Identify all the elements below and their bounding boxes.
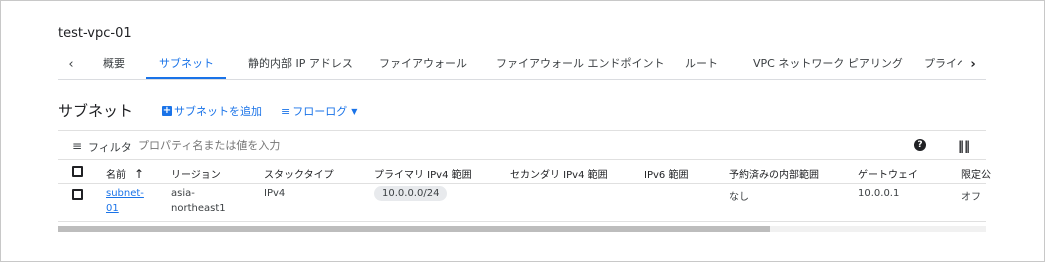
header-gateway[interactable]: ゲートウェイ	[858, 166, 918, 181]
add-subnet-label: サブネットを追加	[174, 105, 262, 118]
filter-icon: ≡	[72, 139, 83, 153]
header-ipv6[interactable]: IPv6 範囲	[644, 166, 688, 181]
subnet-name-link[interactable]: subnet- 01	[106, 188, 144, 214]
page-title: test-vpc-01	[58, 26, 132, 41]
subnet-gateway: 10.0.0.1	[858, 188, 900, 199]
section-title: サブネット	[58, 102, 134, 120]
header-region[interactable]: リージョン	[171, 166, 221, 181]
add-subnet-button[interactable]: + サブネットを追加	[162, 103, 262, 119]
sort-ascending-icon[interactable]: ↑	[134, 167, 144, 181]
subnet-stack-type: IPv4	[264, 188, 286, 199]
chevron-right-icon[interactable]: ›	[962, 50, 984, 79]
add-box-icon: +	[162, 105, 172, 116]
tab-firewall[interactable]: ファイアウォール	[379, 50, 467, 79]
primary-ipv4-chip: 10.0.0.0/24	[374, 186, 448, 201]
row-checkbox[interactable]	[72, 189, 83, 200]
list-icon: ≡	[281, 104, 291, 118]
subnet-reserved-internal: なし	[729, 192, 749, 203]
header-stack-type[interactable]: スタックタイプ	[264, 166, 334, 181]
flow-log-label: フローログ	[292, 105, 348, 118]
filter-label: フィルタ	[88, 141, 132, 154]
subnet-region: asia- northeast1	[171, 188, 226, 214]
tab-vpc-peering[interactable]: VPC ネットワーク ピアリング	[753, 50, 903, 79]
chevron-left-icon[interactable]: ‹	[60, 50, 82, 79]
column-display-icon[interactable]: ‖‖	[958, 139, 970, 153]
header-reserved-internal[interactable]: 予約済みの内部範囲	[729, 166, 819, 181]
table-row: subnet- 01 asia- northeast1 IPv4 10.0.0.…	[58, 184, 986, 222]
tab-subnets[interactable]: サブネット	[159, 50, 214, 79]
table-header-row: 名前 ↑ リージョン スタックタイプ プライマリ IPv4 範囲 セカンダリ IP…	[58, 160, 991, 184]
horizontal-scrollbar-thumb[interactable]	[58, 226, 770, 232]
header-limited[interactable]: 限定公	[961, 166, 991, 181]
subnet-limited: オフ	[961, 192, 981, 203]
help-icon[interactable]: ?	[914, 139, 926, 151]
select-all-checkbox[interactable]	[72, 166, 83, 177]
header-name[interactable]: 名前 ↑	[106, 166, 144, 181]
filter-bar: ≡ フィルタ ? ‖‖	[58, 130, 986, 160]
tab-firewall-endpoints[interactable]: ファイアウォール エンドポイント	[496, 50, 665, 79]
flow-log-menu-button[interactable]: ≡ フローログ ▼	[281, 103, 357, 119]
tab-overview[interactable]: 概要	[103, 50, 125, 79]
header-primary-ipv4[interactable]: プライマリ IPv4 範囲	[374, 166, 472, 181]
tab-static-internal-ip[interactable]: 静的内部 IP アドレス	[248, 50, 353, 79]
tab-routes[interactable]: ルート	[685, 50, 718, 79]
header-secondary-ipv4[interactable]: セカンダリ IPv4 範囲	[510, 166, 608, 181]
tab-bar: ‹ 概要 サブネット 静的内部 IP アドレス ファイアウォール ファイアウォー…	[58, 50, 986, 80]
filter-input[interactable]	[138, 139, 438, 152]
active-tab-indicator	[146, 77, 226, 79]
caret-down-icon: ▼	[351, 106, 358, 116]
